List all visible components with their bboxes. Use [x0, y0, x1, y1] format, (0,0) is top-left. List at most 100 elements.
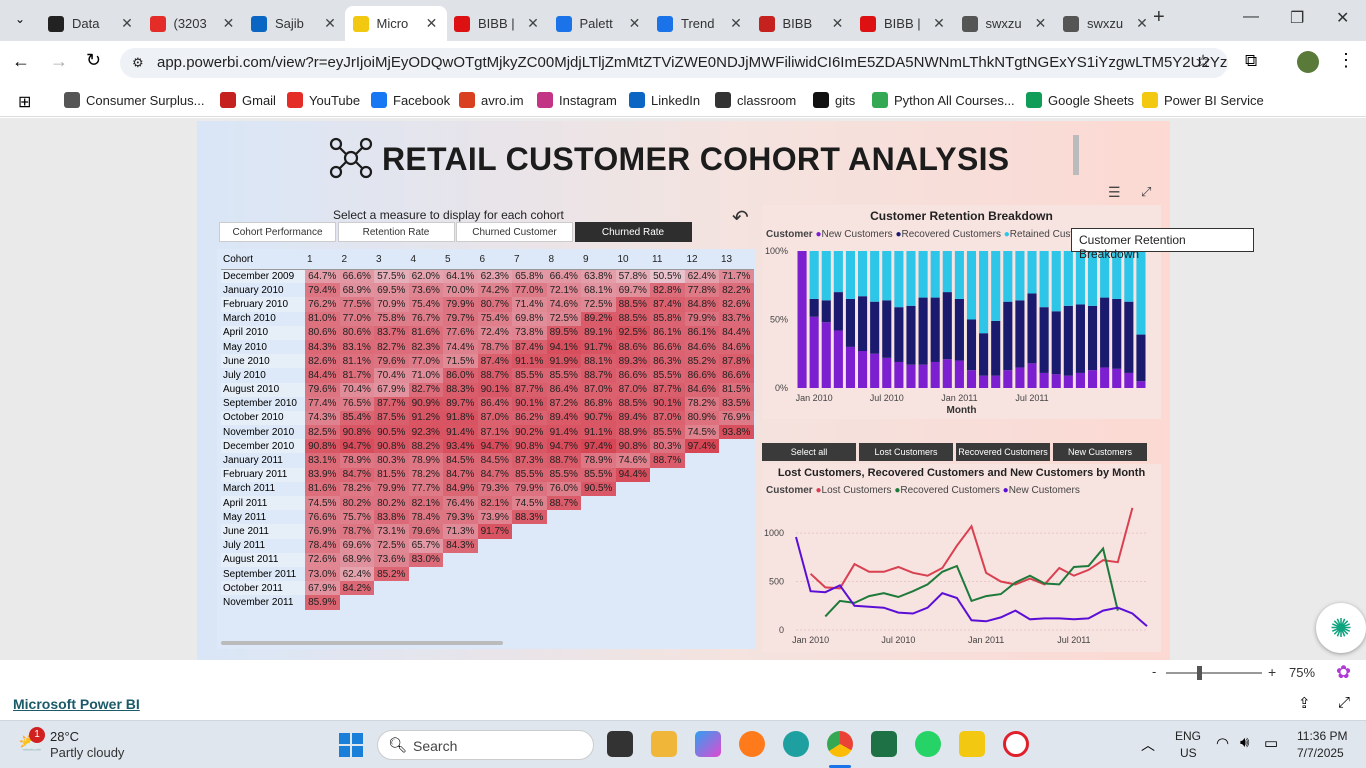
maximize-icon[interactable]: ❐ — [1290, 8, 1304, 28]
bookmark-item[interactable]: avro.im — [459, 92, 524, 108]
bar-segment[interactable] — [954, 251, 964, 299]
cohort-column-header[interactable]: Cohort — [221, 251, 305, 270]
bar-segment[interactable] — [809, 251, 819, 299]
opera-icon[interactable] — [1003, 731, 1029, 757]
bar-segment[interactable] — [1063, 375, 1073, 388]
assistant-icon[interactable]: ✺ — [1316, 603, 1366, 653]
bookmark-item[interactable]: LinkedIn — [629, 92, 700, 108]
apps-grid-icon[interactable]: ⊞ — [18, 92, 31, 112]
month-column-header[interactable]: 2 — [339, 251, 374, 270]
bar-segment[interactable] — [1136, 381, 1146, 388]
browser-tab[interactable]: Palett ✕ — [548, 6, 650, 41]
new-tab-button[interactable]: + — [1153, 6, 1165, 29]
bar-segment[interactable] — [870, 251, 880, 302]
bar-segment[interactable] — [991, 375, 1001, 388]
bar-segment[interactable] — [991, 320, 1001, 376]
bookmark-item[interactable]: Facebook — [371, 92, 450, 108]
bar-segment[interactable] — [1039, 307, 1049, 373]
bar-segment[interactable] — [821, 251, 831, 301]
close-tab-icon[interactable]: ✕ — [727, 15, 745, 32]
bar-segment[interactable] — [821, 300, 831, 323]
bookmark-item[interactable]: Consumer Surplus... — [64, 92, 205, 108]
bar-segment[interactable] — [1027, 251, 1037, 294]
bookmark-item[interactable]: Instagram — [537, 92, 617, 108]
month-column-header[interactable]: 9 — [581, 251, 616, 270]
bar-segment[interactable] — [906, 305, 916, 365]
close-tab-icon[interactable]: ✕ — [1133, 15, 1151, 32]
bar-segment[interactable] — [894, 251, 904, 308]
month-column-header[interactable]: 1 — [305, 251, 340, 270]
zoom-out-button[interactable]: - — [1152, 664, 1156, 679]
bar-segment[interactable] — [979, 375, 989, 388]
browser-tab[interactable]: (3203 ✕ — [142, 6, 244, 41]
bar-segment[interactable] — [882, 357, 892, 388]
bar-segment[interactable] — [845, 346, 856, 388]
clock-time[interactable]: 11:36 PM — [1297, 729, 1347, 743]
bar-segment[interactable] — [858, 251, 868, 297]
bar-segment[interactable] — [906, 364, 916, 388]
bar-segment[interactable] — [833, 330, 843, 388]
bar-segment[interactable] — [979, 333, 989, 376]
bar-segment[interactable] — [870, 353, 880, 388]
bar-segment[interactable] — [942, 251, 952, 293]
avatar[interactable] — [1297, 51, 1319, 73]
bar-segment[interactable] — [1136, 251, 1146, 335]
volume-icon[interactable]: 🔊︎ — [1240, 734, 1249, 751]
chevron-up-icon[interactable]: ︿ — [1141, 735, 1155, 755]
browser-tab[interactable]: BIBB | ✕ — [852, 6, 954, 41]
close-tab-icon[interactable]: ✕ — [321, 15, 339, 32]
bar-segment[interactable] — [1027, 293, 1037, 364]
bookmark-item[interactable]: Power BI Service — [1142, 92, 1264, 108]
close-tab-icon[interactable]: ✕ — [626, 15, 644, 32]
bar-segment[interactable] — [845, 251, 856, 299]
bar-segment[interactable] — [966, 251, 977, 320]
bar-segment[interactable] — [1015, 251, 1025, 301]
close-tab-icon[interactable]: ✕ — [930, 15, 948, 32]
bar-segment[interactable] — [882, 251, 892, 301]
bar-segment[interactable] — [1124, 372, 1134, 388]
bar-segment[interactable] — [966, 370, 977, 388]
segment-button[interactable]: Recovered Customers — [956, 443, 1050, 461]
bar-segment[interactable] — [1112, 298, 1122, 369]
measure-button[interactable]: Retention Rate — [337, 222, 455, 242]
bar-segment[interactable] — [882, 300, 892, 358]
edge-icon[interactable] — [783, 731, 809, 757]
battery-icon[interactable]: ▭ — [1264, 734, 1278, 752]
bar-segment[interactable] — [1124, 301, 1134, 373]
month-column-header[interactable]: 10 — [615, 251, 650, 270]
measure-button[interactable]: Cohort Performance — [219, 222, 336, 242]
site-info-icon[interactable]: ⚙ — [132, 48, 144, 78]
reload-icon[interactable]: ↻ — [86, 50, 101, 71]
lang-secondary[interactable]: US — [1180, 746, 1197, 760]
excel-icon[interactable] — [871, 731, 897, 757]
bar-segment[interactable] — [918, 297, 928, 365]
zoom-slider-handle[interactable] — [1197, 666, 1202, 680]
browser-tab[interactable]: Sajib ✕ — [243, 6, 345, 41]
bookmark-item[interactable]: classroom — [715, 92, 796, 108]
bar-segment[interactable] — [894, 307, 904, 362]
bar-segment[interactable] — [894, 361, 904, 388]
close-tab-icon[interactable]: ✕ — [118, 15, 136, 32]
bar-segment[interactable] — [942, 359, 952, 388]
bar-segment[interactable] — [954, 360, 964, 388]
bar-segment[interactable] — [966, 319, 977, 371]
bar-segment[interactable] — [1100, 297, 1110, 368]
bar-segment[interactable] — [954, 298, 964, 361]
zoom-in-button[interactable]: + — [1268, 664, 1276, 680]
bar-segment[interactable] — [930, 361, 940, 388]
month-column-header[interactable]: 4 — [408, 251, 443, 270]
bar-segment[interactable] — [1051, 374, 1061, 388]
month-column-header[interactable]: 5 — [443, 251, 478, 270]
share-icon[interactable]: ⇪ — [1298, 694, 1311, 712]
zoom-slider[interactable] — [1166, 672, 1262, 674]
close-tab-icon[interactable]: ✕ — [220, 15, 238, 32]
table-scrollbar[interactable] — [221, 641, 503, 645]
bar-segment[interactable] — [1063, 305, 1073, 376]
lang-primary[interactable]: ENG — [1175, 729, 1201, 743]
bar-segment[interactable] — [1112, 368, 1122, 388]
bar-segment[interactable] — [1075, 372, 1085, 388]
bar-segment[interactable] — [1051, 311, 1061, 375]
taskbar-search[interactable]: 🔍︎ Search — [377, 730, 594, 760]
bookmark-item[interactable]: YouTube — [287, 92, 360, 108]
url-input[interactable]: ⚙ app.powerbi.com/view?r=eyJrIjoiMjEyODQ… — [120, 48, 1228, 78]
